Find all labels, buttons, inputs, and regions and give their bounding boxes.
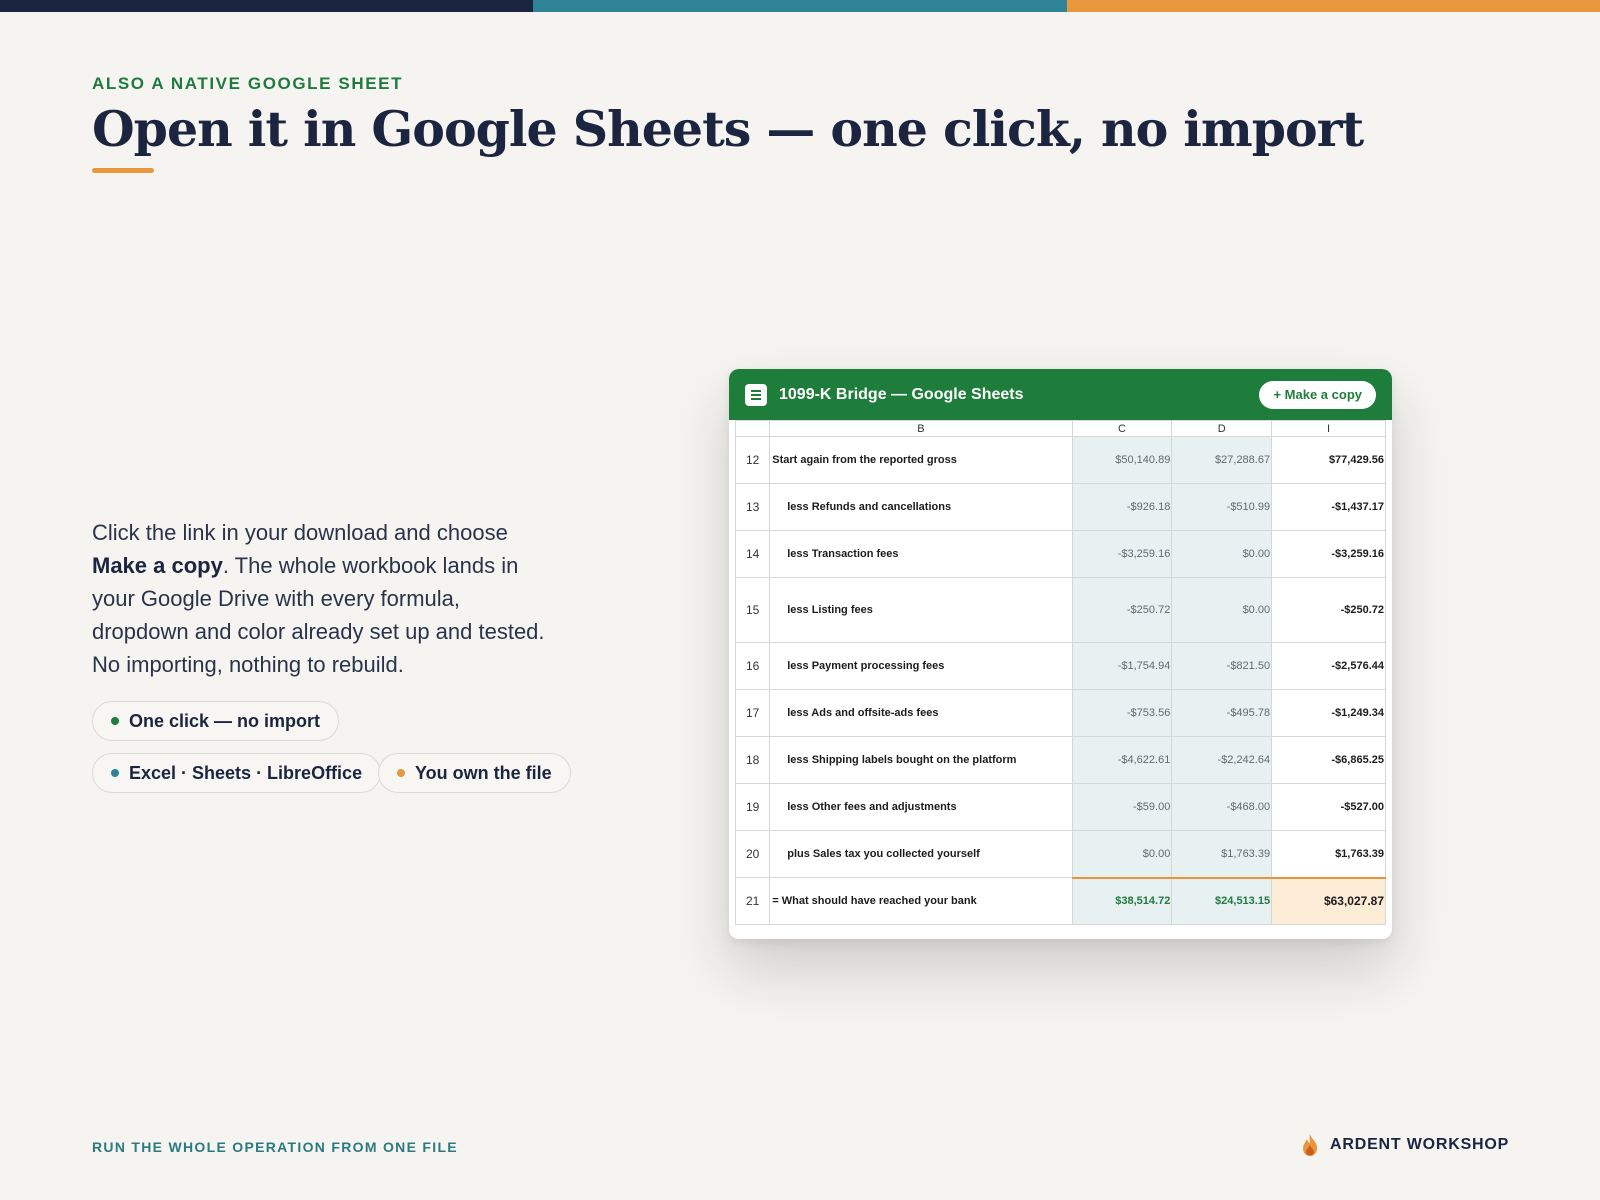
- cell-d[interactable]: -$495.78: [1171, 689, 1273, 737]
- table-row: 18 less Shipping labels bought on the pl…: [734, 736, 1386, 784]
- title-underline: [92, 168, 154, 173]
- cell-c[interactable]: $50,140.89: [1071, 436, 1173, 484]
- row-number[interactable]: 19: [734, 783, 771, 831]
- sheet-grid: B C D I 12 Start again from the reported…: [734, 420, 1386, 925]
- eyebrow-label: ALSO A NATIVE GOOGLE SHEET: [92, 74, 404, 93]
- row-label-cell[interactable]: = What should have reached your bank: [769, 877, 1073, 925]
- top-bar-orange: [1066, 0, 1600, 12]
- cell-d[interactable]: $1,763.39: [1171, 830, 1273, 878]
- row-number[interactable]: 18: [734, 736, 771, 784]
- cell-i[interactable]: -$3,259.16: [1271, 530, 1386, 578]
- brand-logo: ARDENT WORKSHOP: [1300, 1133, 1509, 1157]
- table-row: 12 Start again from the reported gross $…: [734, 436, 1386, 484]
- row-label-cell[interactable]: Start again from the reported gross: [769, 436, 1073, 484]
- row-number[interactable]: 13: [734, 483, 771, 531]
- pill-dot-icon: [111, 717, 119, 725]
- column-header-row: B C D I: [734, 420, 1386, 437]
- row-label-cell[interactable]: less Shipping labels bought on the platf…: [769, 736, 1073, 784]
- brand-name: ARDENT WORKSHOP: [1330, 1136, 1510, 1153]
- pill-label: One click — no import: [129, 710, 321, 731]
- top-bar-navy: [0, 0, 534, 12]
- pill-dot-icon: [397, 769, 405, 777]
- cell-c[interactable]: -$4,622.61: [1071, 736, 1173, 784]
- cell-c[interactable]: -$250.72: [1071, 577, 1173, 643]
- cell-d[interactable]: $27,288.67: [1171, 436, 1273, 484]
- row-number[interactable]: 20: [734, 830, 771, 878]
- footer-tagline: RUN THE WHOLE OPERATION FROM ONE FILE: [92, 1139, 458, 1155]
- cell-i[interactable]: -$6,865.25: [1271, 736, 1386, 784]
- pill-label: You own the file: [415, 762, 552, 783]
- row-number[interactable]: 12: [734, 436, 771, 484]
- corner-cell[interactable]: [734, 420, 771, 437]
- cell-c[interactable]: -$1,754.94: [1071, 642, 1173, 690]
- table-row: 13 less Refunds and cancellations -$926.…: [734, 483, 1386, 531]
- flame-icon: [1303, 1134, 1317, 1156]
- cell-c[interactable]: -$59.00: [1071, 783, 1173, 831]
- pill-one-click: One click — no import: [92, 701, 340, 741]
- cell-d[interactable]: -$821.50: [1171, 642, 1273, 690]
- sheet-header: 1099-K Bridge — Google Sheets + Make a c…: [729, 369, 1392, 420]
- top-bar-teal: [533, 0, 1067, 12]
- cell-d[interactable]: $0.00: [1171, 530, 1273, 578]
- row-label-cell[interactable]: less Payment processing fees: [769, 642, 1073, 690]
- cell-c[interactable]: $0.00: [1071, 830, 1173, 878]
- cell-c[interactable]: $38,514.72: [1071, 876, 1173, 925]
- table-row: 19 less Other fees and adjustments -$59.…: [734, 783, 1386, 831]
- cell-i[interactable]: $77,429.56: [1271, 436, 1386, 484]
- top-color-bar: [0, 0, 1600, 12]
- cell-d[interactable]: $0.00: [1171, 577, 1273, 643]
- google-sheet-preview: 1099-K Bridge — Google Sheets + Make a c…: [729, 369, 1392, 939]
- pill-ownership: You own the file: [378, 753, 571, 793]
- pill-label: Excel · Sheets · LibreOffice: [129, 762, 363, 783]
- column-header-i[interactable]: I: [1271, 420, 1386, 437]
- cell-i[interactable]: $63,027.87: [1271, 876, 1386, 925]
- row-number[interactable]: 21: [734, 877, 771, 925]
- row-label-cell[interactable]: less Transaction fees: [769, 530, 1073, 578]
- cell-i[interactable]: -$527.00: [1271, 783, 1386, 831]
- cell-d[interactable]: -$468.00: [1171, 783, 1273, 831]
- table-row: 17 less Ads and offsite-ads fees -$753.5…: [734, 689, 1386, 737]
- table-row: 20 plus Sales tax you collected yourself…: [734, 830, 1386, 878]
- row-label-cell[interactable]: less Refunds and cancellations: [769, 483, 1073, 531]
- cell-d[interactable]: -$510.99: [1171, 483, 1273, 531]
- pill-compatibility: Excel · Sheets · LibreOffice: [92, 753, 382, 793]
- cell-c[interactable]: -$753.56: [1071, 689, 1173, 737]
- cell-i[interactable]: -$2,576.44: [1271, 642, 1386, 690]
- row-label-cell[interactable]: less Listing fees: [769, 577, 1073, 643]
- cell-c[interactable]: -$926.18: [1071, 483, 1173, 531]
- make-a-copy-button[interactable]: + Make a copy: [1259, 380, 1376, 409]
- row-label-cell[interactable]: less Ads and offsite-ads fees: [769, 689, 1073, 737]
- column-header-b[interactable]: B: [769, 420, 1073, 437]
- table-row: 16 less Payment processing fees -$1,754.…: [734, 642, 1386, 690]
- description-text: Click the link in your download and choo…: [92, 516, 562, 681]
- page-title: Open it in Google Sheets — one click, no…: [92, 100, 1364, 158]
- row-number[interactable]: 17: [734, 689, 771, 737]
- description-part-1: Click the link in your download and choo…: [92, 520, 508, 545]
- cell-i[interactable]: -$1,249.34: [1271, 689, 1386, 737]
- row-number[interactable]: 14: [734, 530, 771, 578]
- column-header-c[interactable]: C: [1071, 420, 1173, 437]
- row-label-cell[interactable]: less Other fees and adjustments: [769, 783, 1073, 831]
- cell-d[interactable]: $24,513.15: [1171, 876, 1273, 925]
- table-row: 15 less Listing fees -$250.72 $0.00 -$25…: [734, 577, 1386, 643]
- table-row: 14 less Transaction fees -$3,259.16 $0.0…: [734, 530, 1386, 578]
- column-header-d[interactable]: D: [1171, 420, 1273, 437]
- sheets-icon: [745, 383, 767, 406]
- row-number[interactable]: 15: [734, 577, 771, 643]
- cell-d[interactable]: -$2,242.64: [1171, 736, 1273, 784]
- cell-i[interactable]: $1,763.39: [1271, 830, 1386, 878]
- cell-i[interactable]: -$250.72: [1271, 577, 1386, 643]
- sheet-title: 1099-K Bridge — Google Sheets: [779, 385, 1024, 403]
- row-label-cell[interactable]: plus Sales tax you collected yourself: [769, 830, 1073, 878]
- cell-i[interactable]: -$1,437.17: [1271, 483, 1386, 531]
- cell-c[interactable]: -$3,259.16: [1071, 530, 1173, 578]
- table-row-total: 21 = What should have reached your bank …: [734, 876, 1386, 925]
- row-number[interactable]: 16: [734, 642, 771, 690]
- pill-dot-icon: [111, 769, 119, 777]
- description-bold: Make a copy: [92, 553, 223, 578]
